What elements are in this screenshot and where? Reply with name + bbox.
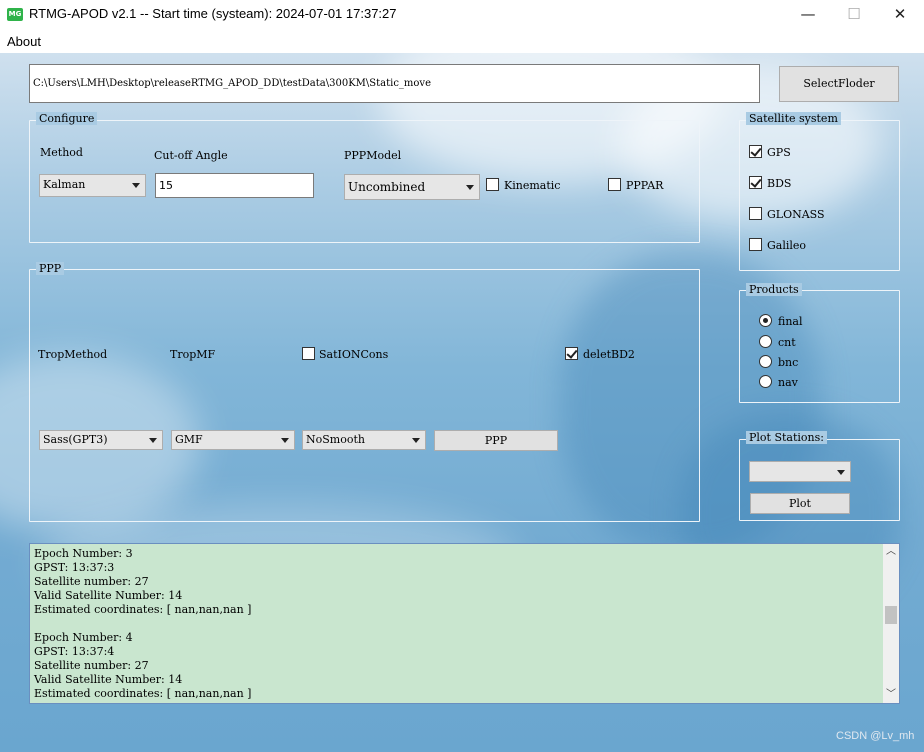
log-scrollbar[interactable]: ︿ ﹀	[883, 544, 899, 703]
cutoff-label: Cut-off Angle	[154, 149, 228, 162]
path-input[interactable]: C:\Users\LMH\Desktop\releaseRTMG_APOD_DD…	[29, 64, 760, 103]
close-button[interactable]: ✕	[877, 0, 923, 31]
log-line: Valid Satellite Number: 14	[34, 673, 183, 686]
tropmf-label: TropMF	[170, 348, 216, 361]
trop-mf-value: GMF	[175, 433, 203, 446]
scroll-down-icon[interactable]: ﹀	[883, 687, 899, 703]
cutoff-input[interactable]: 15	[155, 173, 314, 198]
sationcons-checkbox[interactable]	[302, 347, 315, 360]
station-select[interactable]	[749, 461, 851, 482]
watermark: CSDN @Lv_mh	[836, 730, 915, 742]
maximize-button[interactable]: ☐	[831, 0, 877, 31]
chevron-down-icon	[412, 438, 420, 443]
select-folder-button[interactable]: SelectFloder	[779, 66, 899, 102]
deletbd2-checkbox[interactable]	[565, 347, 578, 360]
bds-checkbox[interactable]	[749, 176, 762, 189]
pppmodel-select[interactable]: Uncombined	[344, 174, 480, 200]
galileo-label: Galileo	[767, 239, 807, 252]
satellite-system-group	[739, 120, 900, 271]
pppar-checkbox[interactable]	[608, 178, 621, 191]
log-line: Estimated coordinates: [ nan,nan,nan ]	[34, 687, 252, 700]
menu-about[interactable]: About	[7, 34, 41, 49]
chevron-down-icon	[132, 183, 140, 188]
kinematic-checkbox[interactable]	[486, 178, 499, 191]
menu-bar	[0, 31, 924, 53]
log-line: GPST: 13:37:3	[34, 561, 115, 574]
log-line: Epoch Number: 4	[34, 631, 133, 644]
log-line: GPST: 13:37:4	[34, 645, 115, 658]
gps-label: GPS	[767, 146, 791, 159]
gps-checkbox[interactable]	[749, 145, 762, 158]
final-label: final	[778, 315, 803, 328]
minimize-button[interactable]: —	[785, 0, 831, 31]
log-line: Valid Satellite Number: 14	[34, 589, 183, 602]
nav-radio[interactable]	[759, 375, 772, 388]
trop-mf-select[interactable]: GMF	[171, 430, 295, 450]
sationcons-label: SatIONCons	[319, 348, 389, 361]
ppp-title: PPP	[36, 262, 65, 275]
products-title: Products	[746, 283, 802, 296]
pppar-label: PPPAR	[626, 179, 664, 192]
log-line: Satellite number: 27	[34, 575, 149, 588]
scroll-up-icon[interactable]: ︿	[883, 544, 899, 560]
nav-label: nav	[778, 376, 798, 389]
deletbd2-label: deletBD2	[583, 348, 635, 361]
plot-button[interactable]: Plot	[750, 493, 850, 514]
kinematic-label: Kinematic	[504, 179, 561, 192]
pppmodel-select-value: Uncombined	[348, 180, 426, 194]
chevron-down-icon	[281, 438, 289, 443]
galileo-checkbox[interactable]	[749, 238, 762, 251]
bds-label: BDS	[767, 177, 792, 190]
log-line: Satellite number: 27	[34, 659, 149, 672]
method-select-value: Kalman	[43, 178, 86, 191]
chevron-down-icon	[149, 438, 157, 443]
log-line: Estimated coordinates: [ nan,nan,nan ]	[34, 603, 252, 616]
window-title: RTMG-APOD v2.1 -- Start time (systeam): …	[29, 6, 397, 21]
chevron-down-icon	[837, 470, 845, 475]
log-output[interactable]: Epoch Number: 3 GPST: 13:37:3 Satellite …	[29, 543, 900, 704]
pppmodel-label: PPPModel	[344, 149, 402, 162]
ppp-group	[29, 269, 700, 522]
method-select[interactable]: Kalman	[39, 174, 146, 197]
final-radio[interactable]	[759, 314, 772, 327]
glonass-checkbox[interactable]	[749, 207, 762, 220]
smooth-value: NoSmooth	[306, 433, 365, 446]
trop-method-value: Sass(GPT3)	[43, 433, 108, 446]
tropmethod-label: TropMethod	[38, 348, 108, 361]
bnc-label: bnc	[778, 356, 799, 369]
glonass-label: GLONASS	[767, 208, 825, 221]
configure-title: Configure	[36, 112, 98, 125]
app-icon: MG	[7, 8, 23, 21]
trop-method-select[interactable]: Sass(GPT3)	[39, 430, 163, 450]
cnt-label: cnt	[778, 336, 796, 349]
plot-stations-title: Plot Stations:	[746, 431, 827, 444]
bnc-radio[interactable]	[759, 355, 772, 368]
ppp-button[interactable]: PPP	[434, 430, 558, 451]
cnt-radio[interactable]	[759, 335, 772, 348]
chevron-down-icon	[466, 185, 474, 190]
method-label: Method	[40, 146, 83, 159]
satellite-system-title: Satellite system	[746, 112, 841, 125]
smooth-select[interactable]: NoSmooth	[302, 430, 426, 450]
scroll-thumb[interactable]	[885, 606, 897, 624]
log-line: Epoch Number: 3	[34, 547, 133, 560]
